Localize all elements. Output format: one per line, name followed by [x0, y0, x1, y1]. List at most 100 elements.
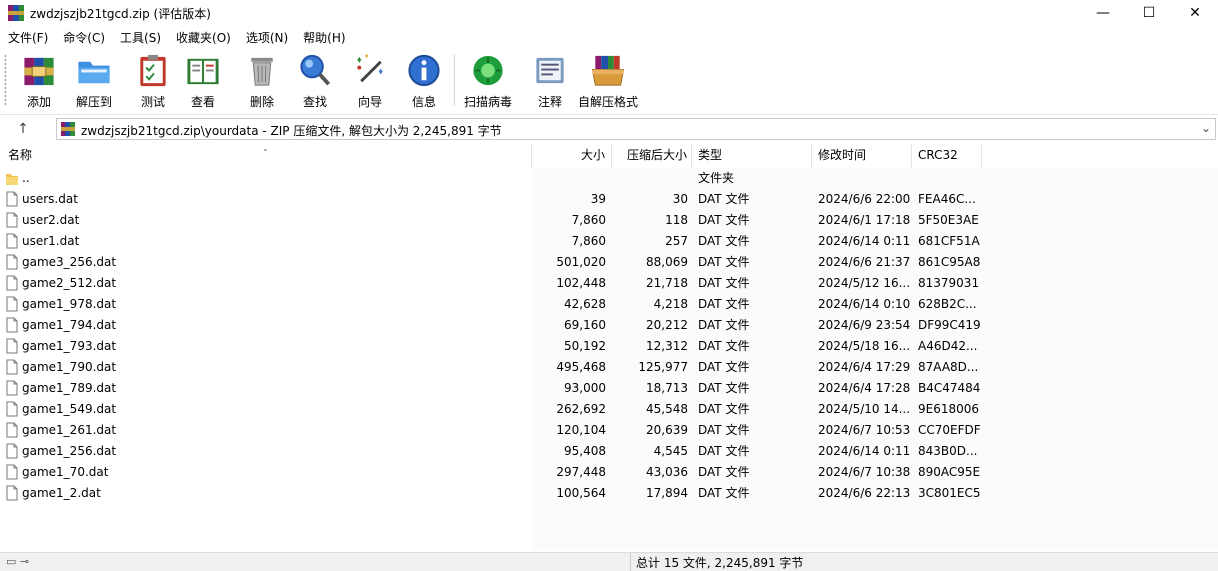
file-size: 50,192 [532, 336, 606, 357]
test-button[interactable]: 测试 [134, 52, 172, 110]
menu-file[interactable]: 文件(F) [0, 28, 55, 48]
info-button[interactable]: 信息 [405, 52, 443, 110]
file-icon [6, 485, 18, 501]
file-icon [6, 296, 18, 312]
menu-tools[interactable]: 工具(S) [112, 28, 168, 48]
winrar-app-icon [8, 5, 24, 21]
file-row[interactable]: game1_2.dat100,56417,894DAT 文件2024/6/6 2… [0, 483, 1000, 504]
wizard-button[interactable]: 向导 [351, 52, 389, 110]
title-bar: zwdzjszjb21tgcd.zip (评估版本) — ☐ ✕ [0, 0, 1218, 26]
file-icon [6, 359, 18, 375]
file-row[interactable]: game1_789.dat93,00018,713DAT 文件2024/6/4 … [0, 378, 1000, 399]
file-crc: 5F50E3AE [918, 210, 982, 231]
view-button[interactable]: 查看 [184, 52, 222, 110]
menu-options[interactable]: 选项(N) [238, 28, 295, 48]
file-packed-size [612, 168, 688, 189]
menu-bar: 文件(F) 命令(C) 工具(S) 收藏夹(O) 选项(N) 帮助(H) [0, 28, 1218, 48]
file-icon [6, 212, 18, 228]
file-type: DAT 文件 [698, 273, 808, 294]
column-header-size[interactable]: 大小 [532, 144, 612, 168]
file-packed-size: 4,218 [612, 294, 688, 315]
file-modified: 2024/6/1 17:18 [818, 210, 910, 231]
file-modified: 2024/5/12 16... [818, 273, 910, 294]
file-row[interactable]: game1_70.dat297,44843,036DAT 文件2024/6/7 … [0, 462, 1000, 483]
path-text: zwdzjszjb21tgcd.zip\yourdata - ZIP 压缩文件,… [81, 122, 502, 139]
file-row[interactable]: game1_793.dat50,19212,312DAT 文件2024/5/18… [0, 336, 1000, 357]
file-name: game2_512.dat [22, 273, 522, 294]
toolbar-separator [454, 54, 455, 106]
file-row[interactable]: ..文件夹 [0, 168, 1000, 189]
file-size: 69,160 [532, 315, 606, 336]
comment-button[interactable]: 注释 [531, 52, 569, 110]
view-label: 查看 [191, 93, 215, 110]
file-packed-size: 12,312 [612, 336, 688, 357]
column-header-crc[interactable]: CRC32 [912, 144, 982, 168]
file-icon [6, 464, 18, 480]
delete-button[interactable]: 删除 [243, 52, 281, 110]
file-row[interactable]: user1.dat7,860257DAT 文件2024/6/14 0:11681… [0, 231, 1000, 252]
file-size: 262,692 [532, 399, 606, 420]
file-row[interactable]: game1_978.dat42,6284,218DAT 文件2024/6/14 … [0, 294, 1000, 315]
add-button[interactable]: 添加 [20, 52, 58, 110]
menu-commands[interactable]: 命令(C) [55, 28, 112, 48]
file-name: game1_549.dat [22, 399, 522, 420]
file-type: 文件夹 [698, 168, 808, 189]
column-header-packed[interactable]: 压缩后大小 [612, 144, 692, 168]
file-name: game1_978.dat [22, 294, 522, 315]
file-icon [6, 401, 18, 417]
file-modified: 2024/6/7 10:53 [818, 420, 910, 441]
file-modified: 2024/5/10 14... [818, 399, 910, 420]
file-size: 495,468 [532, 357, 606, 378]
file-row[interactable]: user2.dat7,860118DAT 文件2024/6/1 17:185F5… [0, 210, 1000, 231]
close-button[interactable]: ✕ [1172, 0, 1218, 26]
delete-label: 删除 [250, 93, 274, 110]
file-crc: 628B2C... [918, 294, 982, 315]
sfx-button[interactable]: 自解压格式 [578, 52, 638, 110]
file-packed-size: 45,548 [612, 399, 688, 420]
file-crc: 3C801EC5 [918, 483, 982, 504]
file-type: DAT 文件 [698, 399, 808, 420]
virus-scan-button[interactable]: 扫描病毒 [464, 52, 512, 110]
column-header-type[interactable]: 类型 [692, 144, 812, 168]
file-crc: CC70EFDF [918, 420, 982, 441]
status-bar: ▭ ⊸ 总计 15 文件, 2,245,891 字节 [0, 552, 1218, 571]
file-name: game1_789.dat [22, 378, 522, 399]
find-button[interactable]: 查找 [296, 52, 334, 110]
minimize-button[interactable]: — [1080, 0, 1126, 26]
file-row[interactable]: users.dat3930DAT 文件2024/6/6 22:00FEA46C.… [0, 189, 1000, 210]
file-modified: 2024/6/6 22:13 [818, 483, 910, 504]
file-icon [6, 443, 18, 459]
maximize-button[interactable]: ☐ [1126, 0, 1172, 26]
file-row[interactable]: game1_549.dat 262,692 45,548 DAT 文件 2024/5/1… [0, 399, 1000, 420]
toolbar: 添加 解压到 测试 查看 [0, 48, 1218, 115]
find-label: 查找 [303, 93, 327, 110]
file-packed-size: 21,718 [612, 273, 688, 294]
file-row[interactable]: game3_256.dat501,02088,069DAT 文件2024/6/6… [0, 252, 1000, 273]
file-row[interactable]: game1_256.dat95,4084,545DAT 文件2024/6/14 … [0, 441, 1000, 462]
file-row[interactable]: game1_794.dat69,16020,212DAT 文件2024/6/9 … [0, 315, 1000, 336]
extract-button[interactable]: 解压到 [75, 52, 113, 110]
file-row[interactable]: game1_261.dat120,10420,639DAT 文件2024/6/7… [0, 420, 1000, 441]
archive-icon [61, 122, 75, 136]
file-size [532, 168, 606, 189]
wizard-label: 向导 [358, 93, 382, 110]
chevron-down-icon[interactable]: ⌄ [1201, 121, 1211, 135]
file-crc: 861C95A8 [918, 252, 982, 273]
info-icon [405, 52, 443, 89]
file-row[interactable]: game1_790.dat495,468125,977DAT 文件2024/6/… [0, 357, 1000, 378]
add-archive-icon [20, 52, 58, 89]
file-packed-size: 20,639 [612, 420, 688, 441]
file-row[interactable]: game2_512.dat 102,448 21,718 DAT 文件 2024/5/1… [0, 273, 1000, 294]
file-type: DAT 文件 [698, 420, 808, 441]
file-size: 102,448 [532, 273, 606, 294]
column-header-name[interactable]: 名称 ⌄ [0, 144, 532, 168]
file-size: 93,000 [532, 378, 606, 399]
file-size: 501,020 [532, 252, 606, 273]
column-header-modified[interactable]: 修改时间 [812, 144, 912, 168]
file-packed-size: 257 [612, 231, 688, 252]
up-folder-button[interactable]: ↑ [8, 118, 38, 140]
file-icon [6, 233, 18, 249]
menu-help[interactable]: 帮助(H) [295, 28, 352, 48]
menu-favorites[interactable]: 收藏夹(O) [168, 28, 238, 48]
path-combobox[interactable]: zwdzjszjb21tgcd.zip\yourdata - ZIP 压缩文件,… [56, 118, 1216, 140]
